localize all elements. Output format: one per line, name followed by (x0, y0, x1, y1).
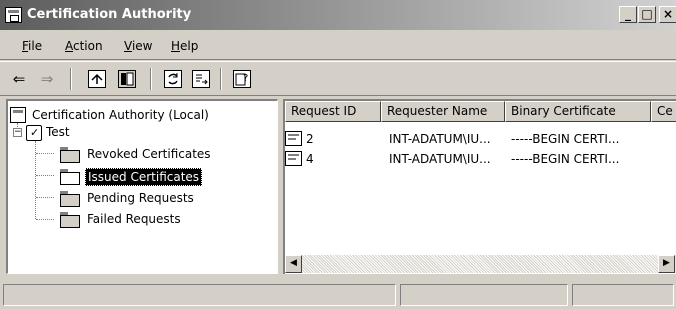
export-list-icon[interactable] (192, 70, 210, 88)
status-bar (0, 279, 676, 309)
menu-bar: File Action View Help (0, 30, 676, 60)
back-arrow-icon[interactable]: ⇐ (10, 70, 28, 88)
minimize-button[interactable]: _ (619, 6, 637, 23)
folder-icon (60, 147, 80, 163)
close-button[interactable]: × (659, 6, 676, 23)
tree-item-label: Issued Certificates (85, 168, 203, 186)
cell-requester-name: INT-ADATUM\IU... (389, 152, 491, 166)
help-icon[interactable]: ? (233, 70, 251, 88)
menu-action[interactable]: Action (65, 39, 103, 53)
horizontal-scrollbar[interactable]: ◀ ▶ (285, 255, 676, 273)
toolbar: ⇐ ⇒ ? (0, 61, 676, 96)
column-header-certificate[interactable]: Ce (651, 101, 676, 122)
forward-arrow-icon[interactable]: ⇒ (38, 70, 56, 88)
column-header-requester-name[interactable]: Requester Name (381, 101, 505, 122)
show-hide-tree-icon[interactable] (118, 70, 136, 88)
column-header-request-id[interactable]: Request ID (285, 101, 381, 122)
cell-binary-certificate: -----BEGIN CERTI... (511, 132, 620, 146)
mmc-window: Certification Authority _ □ × File Actio… (0, 0, 676, 309)
result-list: Request ID Requester Name Binary Certifi… (283, 99, 676, 274)
menu-help[interactable]: Help (171, 39, 198, 53)
tree-line (36, 175, 54, 176)
folder-icon (60, 212, 80, 228)
console-tree: Certification Authority (Local) − Test R… (6, 99, 278, 274)
cell-request-id: 2 (306, 132, 314, 146)
tree-item-label: Revoked Certificates (87, 147, 211, 161)
toolbar-separator (220, 68, 222, 90)
up-folder-icon[interactable] (88, 70, 106, 88)
cell-requester-name: INT-ADATUM\IU... (389, 132, 491, 146)
scroll-left-icon[interactable]: ◀ (285, 255, 302, 273)
status-panel (3, 284, 396, 306)
table-row[interactable]: 4 INT-ADATUM\IU... -----BEGIN CERTI... (285, 150, 676, 168)
menu-view[interactable]: View (124, 39, 152, 53)
collapse-toggle[interactable]: − (13, 128, 22, 137)
toolbar-separator (70, 68, 72, 90)
tree-item-label: Pending Requests (87, 191, 194, 205)
status-panel (572, 284, 674, 306)
scroll-track[interactable] (302, 255, 658, 273)
ca-server-icon (26, 125, 42, 141)
table-row[interactable]: 2 INT-ADATUM\IU... -----BEGIN CERTI... (285, 130, 676, 148)
certificate-icon (285, 151, 302, 166)
open-folder-icon (60, 169, 80, 185)
title-bar[interactable]: Certification Authority _ □ × (0, 0, 676, 30)
menu-file[interactable]: File (22, 39, 42, 53)
certification-authority-icon (10, 107, 26, 123)
certificate-icon (285, 131, 302, 146)
scroll-right-icon[interactable]: ▶ (658, 255, 675, 273)
tree-line (36, 219, 54, 220)
tree-root-label: Certification Authority (Local) (32, 108, 209, 122)
tree-line (36, 197, 54, 198)
refresh-icon[interactable] (164, 70, 182, 88)
window-title: Certification Authority (27, 7, 192, 22)
cell-binary-certificate: -----BEGIN CERTI... (511, 152, 620, 166)
toolbar-separator (150, 68, 152, 90)
certification-authority-icon (5, 7, 22, 23)
svg-text:?: ? (243, 73, 248, 84)
folder-icon (60, 191, 80, 207)
cell-request-id: 4 (306, 152, 314, 166)
tree-item-label: Failed Requests (87, 212, 181, 226)
maximize-button[interactable]: □ (638, 6, 656, 23)
tree-line (36, 153, 54, 154)
status-panel (400, 284, 568, 306)
tree-item-test-label: Test (46, 125, 70, 139)
column-header-binary-certificate[interactable]: Binary Certificate (505, 101, 651, 122)
